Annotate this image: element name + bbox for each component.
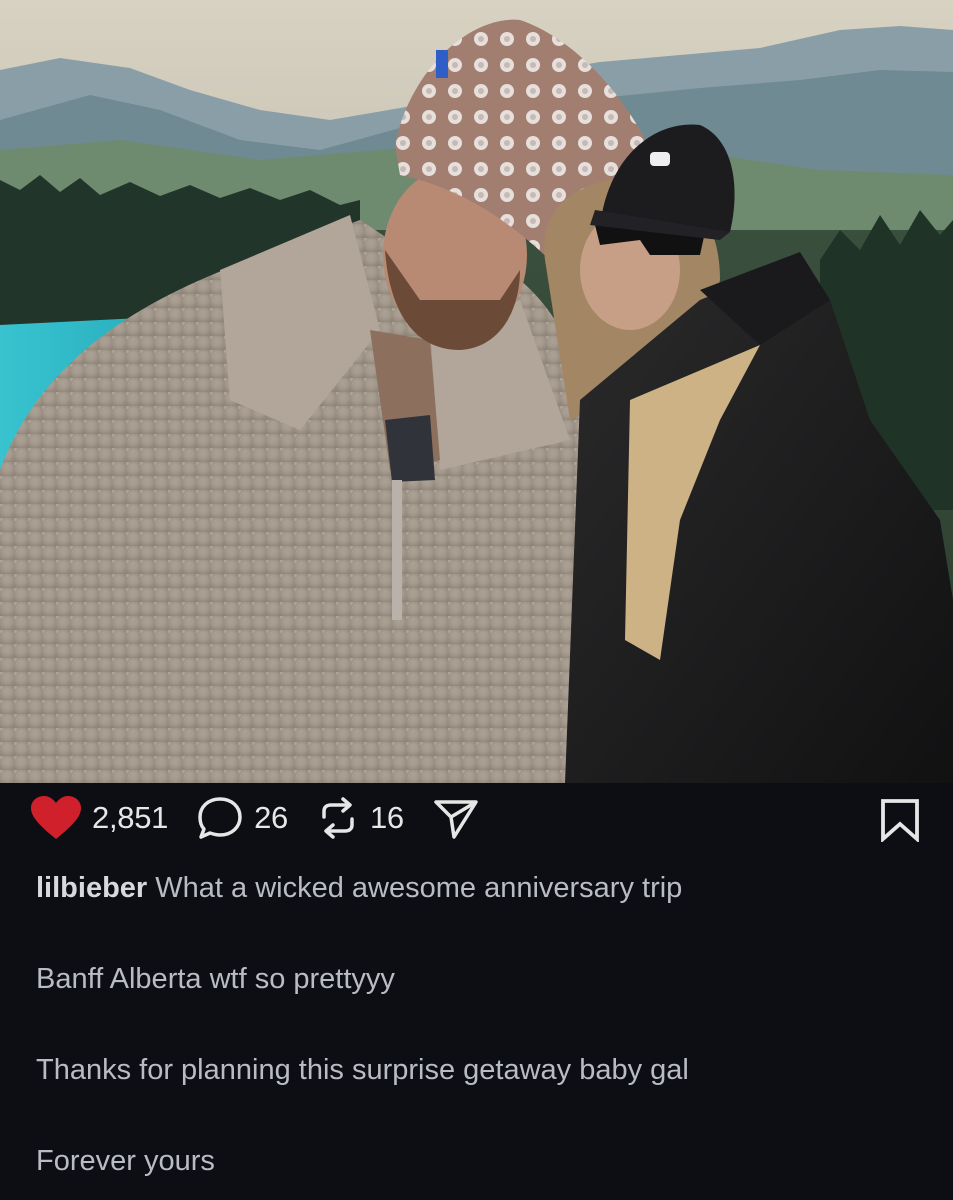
post-photo[interactable] — [0, 0, 953, 783]
repost-button[interactable]: 16 — [316, 795, 432, 841]
caption-line: Banff Alberta wtf so prettyyy — [36, 963, 395, 995]
like-button[interactable]: 2,851 — [30, 795, 196, 841]
reposts-count: 16 — [369, 800, 404, 835]
likes-count: 2,851 — [92, 800, 169, 835]
comments-count: 26 — [254, 800, 288, 835]
caption-line: Thanks for planning this surprise getawa… — [36, 1054, 689, 1086]
post-caption: lilbieber What a wicked awesome annivers… — [36, 868, 916, 1181]
bookmark-icon — [879, 799, 921, 846]
heart-icon — [30, 795, 82, 841]
caption-line: Forever yours — [36, 1145, 215, 1177]
repost-icon — [316, 795, 360, 841]
share-icon — [432, 795, 480, 841]
post-actions: 2,851 26 16 — [30, 790, 925, 846]
comment-button[interactable]: 26 — [196, 795, 316, 841]
photo-illustration — [0, 0, 953, 783]
share-button[interactable] — [432, 795, 480, 841]
bookmark-button[interactable] — [879, 798, 921, 847]
caption-text: What a wicked awesome anniversary trip — [155, 872, 683, 904]
comment-icon — [196, 795, 244, 841]
caption-username[interactable]: lilbieber — [36, 872, 147, 904]
post-card: 2,851 26 16 lilbieber What a wicked awes… — [0, 0, 953, 1200]
caption-first-line: lilbieber What a wicked awesome annivers… — [36, 868, 916, 908]
